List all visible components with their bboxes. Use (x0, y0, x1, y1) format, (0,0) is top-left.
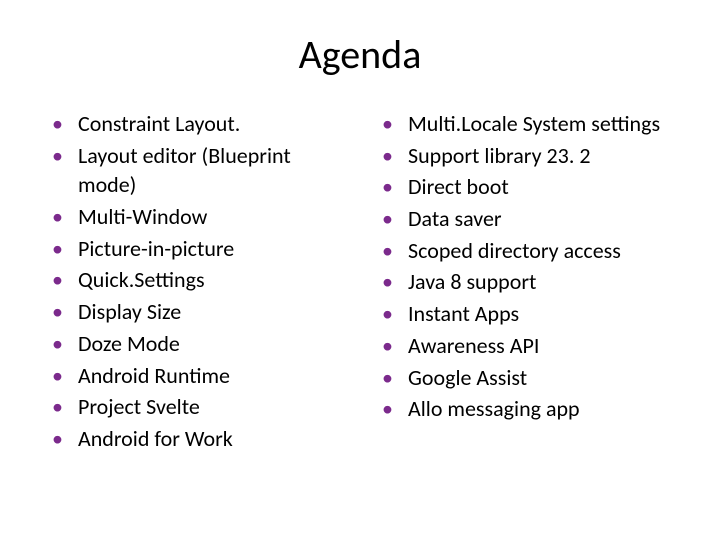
right-list: Multi.Locale System settings Support lib… (380, 109, 670, 424)
list-item: Allo messaging app (380, 394, 670, 424)
list-item: Google Assist (380, 363, 670, 393)
list-item: Doze Mode (50, 329, 340, 359)
list-item: Direct boot (380, 172, 670, 202)
list-item: Android for Work (50, 424, 340, 454)
right-column: Multi.Locale System settings Support lib… (380, 109, 670, 456)
list-item: Multi.Locale System settings (380, 109, 670, 139)
list-item: Quick.Settings (50, 265, 340, 295)
left-list: Constraint Layout. Layout editor (Bluepr… (50, 109, 340, 454)
list-item: Java 8 support (380, 267, 670, 297)
list-item: Android Runtime (50, 361, 340, 391)
list-item: Instant Apps (380, 299, 670, 329)
slide: Agenda Constraint Layout. Layout editor … (0, 0, 720, 540)
list-item: Data saver (380, 204, 670, 234)
list-item: Picture-in-picture (50, 234, 340, 264)
list-item: Support library 23. 2 (380, 141, 670, 171)
content-columns: Constraint Layout. Layout editor (Bluepr… (40, 109, 680, 456)
list-item: Constraint Layout. (50, 109, 340, 139)
list-item: Layout editor (Blueprint mode) (50, 141, 340, 200)
list-item: Project Svelte (50, 392, 340, 422)
page-title: Agenda (40, 30, 680, 79)
list-item: Display Size (50, 297, 340, 327)
list-item: Scoped directory access (380, 236, 670, 266)
list-item: Multi-Window (50, 202, 340, 232)
list-item: Awareness API (380, 331, 670, 361)
left-column: Constraint Layout. Layout editor (Bluepr… (50, 109, 340, 456)
